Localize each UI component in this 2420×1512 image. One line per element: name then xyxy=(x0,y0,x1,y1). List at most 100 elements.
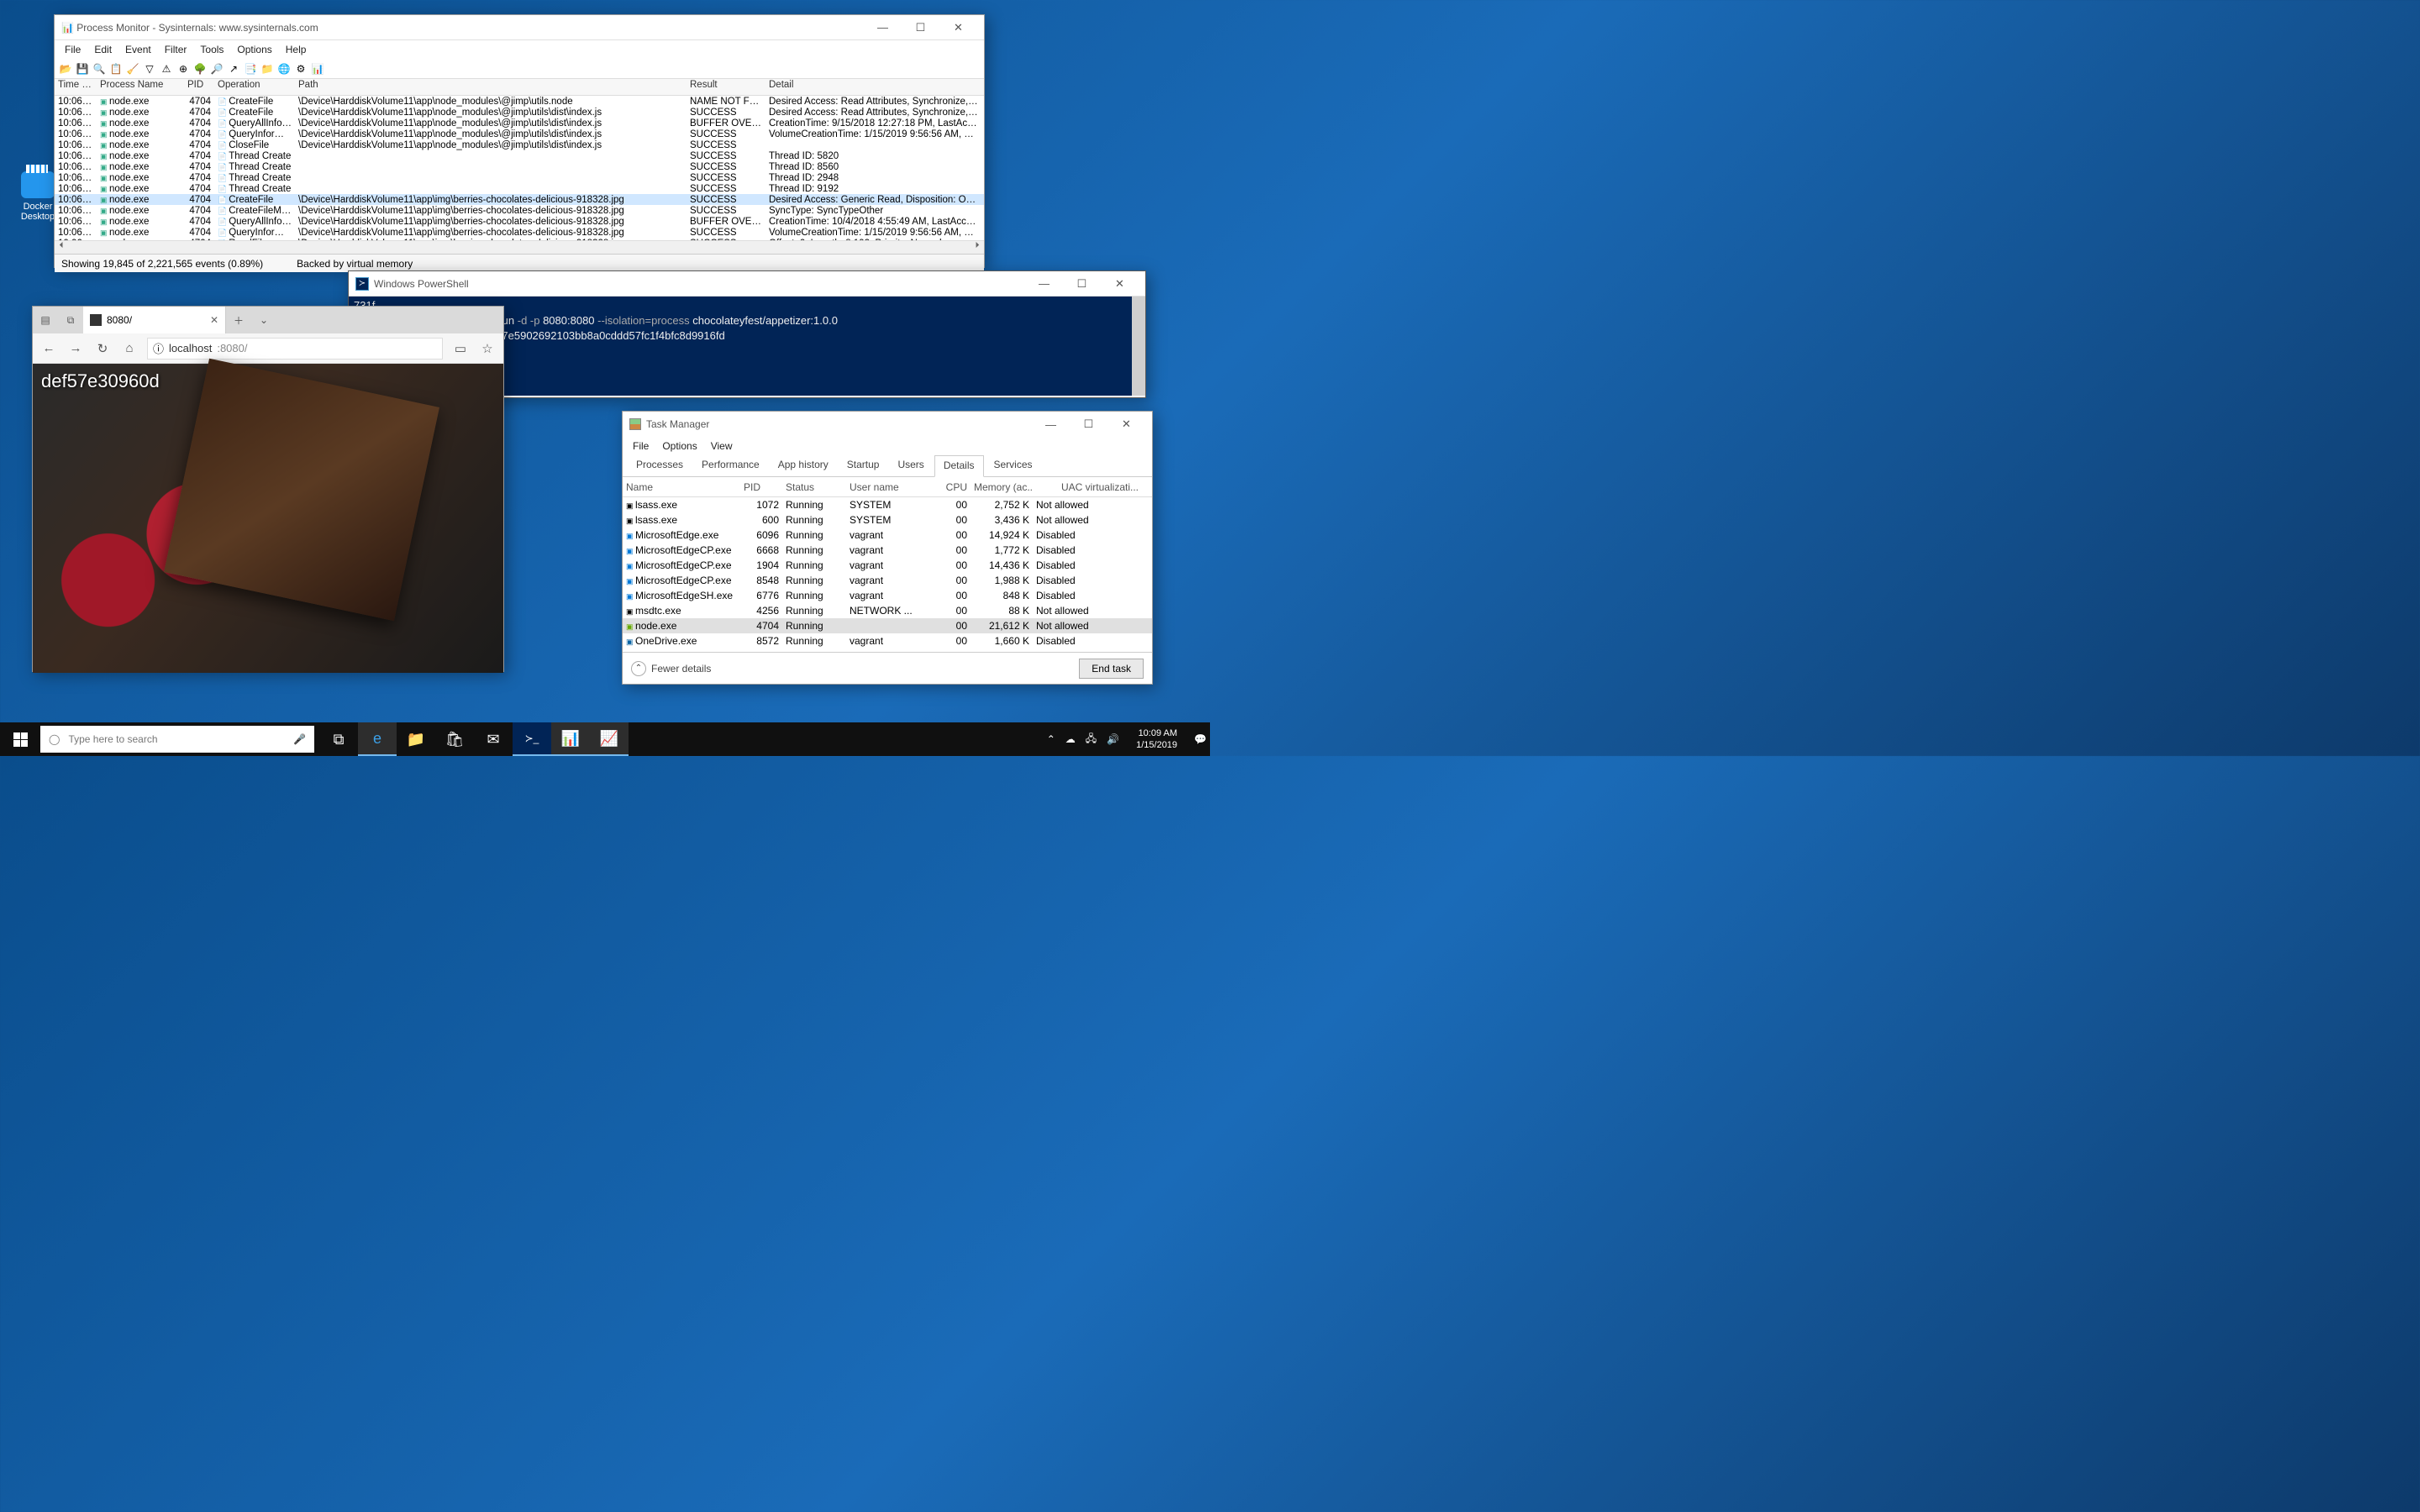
end-task-button[interactable]: End task xyxy=(1079,659,1144,679)
taskbar-mail[interactable]: ✉ xyxy=(474,722,513,756)
taskbar-store[interactable]: 🛍 xyxy=(435,722,474,756)
new-tab-button[interactable]: ＋ xyxy=(226,307,251,333)
column-header[interactable]: UAC virtualizati... xyxy=(1033,480,1142,495)
event-row[interactable]: 10:06:1...node.exe4704CreateFile\Device\… xyxy=(55,107,984,118)
save-icon[interactable]: 💾 xyxy=(75,61,90,76)
process-row[interactable]: MicrosoftEdgeSH.exe6776Runningvagrant008… xyxy=(623,588,1152,603)
minimize-button[interactable]: — xyxy=(864,16,902,39)
site-info-icon[interactable]: ⓘ xyxy=(153,340,164,356)
tab-startup[interactable]: Startup xyxy=(839,455,888,476)
network-icon[interactable]: 🌐 xyxy=(276,61,292,76)
refresh-button[interactable]: ↻ xyxy=(93,341,112,356)
menu-item[interactable]: Options xyxy=(232,43,276,56)
maximize-button[interactable]: ☐ xyxy=(1063,272,1101,296)
tabs-dropdown-icon[interactable]: ⌄ xyxy=(251,307,276,333)
process-row[interactable]: MicrosoftEdge.exe6096Runningvagrant0014,… xyxy=(623,528,1152,543)
menu-item[interactable]: Filter xyxy=(160,43,192,56)
tray-network-icon[interactable]: 🖧 xyxy=(1086,731,1097,748)
clear-icon[interactable]: 🧹 xyxy=(125,61,140,76)
taskbar-powershell[interactable]: ≻_ xyxy=(513,722,551,756)
process-row[interactable]: msdtc.exe4256RunningNETWORK ...0088 KNot… xyxy=(623,603,1152,618)
event-row[interactable]: 10:06:1...node.exe4704Thread CreateSUCCE… xyxy=(55,150,984,161)
find-icon[interactable]: 🔎 xyxy=(209,61,224,76)
tab-strip[interactable]: ▤ ⧉ 8080/ ✕ ＋ ⌄ xyxy=(33,307,503,333)
start-button[interactable] xyxy=(0,722,40,756)
event-row[interactable]: 10:06:1...node.exe4704Thread CreateSUCCE… xyxy=(55,172,984,183)
taskbar[interactable]: ◯ Type here to search 🎤 ⧉ e 📁 🛍 ✉ ≻_ 📊 📈… xyxy=(0,722,1210,756)
titlebar[interactable]: Task Manager — ☐ ✕ xyxy=(623,412,1152,437)
tray-onedrive-icon[interactable]: ☁ xyxy=(1065,733,1076,745)
tab-details[interactable]: Details xyxy=(934,455,984,477)
column-header[interactable]: CPU xyxy=(937,480,971,495)
tab-users[interactable]: Users xyxy=(889,455,932,476)
event-row[interactable]: 10:06:1...node.exe4704Thread CreateSUCCE… xyxy=(55,161,984,172)
fewer-details-button[interactable]: ⌃ Fewer details xyxy=(631,661,711,676)
clock[interactable]: 10:09 AM 1/15/2019 xyxy=(1129,727,1184,751)
event-row[interactable]: 10:06:1...node.exe4704ReadFile\Device\Ha… xyxy=(55,238,984,240)
edge-window[interactable]: ▤ ⧉ 8080/ ✕ ＋ ⌄ ← → ↻ ⌂ ⓘ localhost:8080… xyxy=(32,306,504,672)
event-row[interactable]: 10:06:1...node.exe4704QueryInformati...\… xyxy=(55,129,984,139)
back-button[interactable]: ← xyxy=(39,341,58,355)
minimize-button[interactable]: — xyxy=(1032,412,1070,436)
tree-icon[interactable]: 🌳 xyxy=(192,61,208,76)
minimize-button[interactable]: — xyxy=(1025,272,1063,296)
tab-performance[interactable]: Performance xyxy=(693,455,768,476)
grid-header[interactable]: Time o...Process NamePIDOperationPathRes… xyxy=(55,79,984,96)
process-row[interactable]: OneDrive.exe8572Runningvagrant001,660 KD… xyxy=(623,633,1152,648)
event-row[interactable]: 10:06:1...node.exe4704QueryInformati...\… xyxy=(55,227,984,238)
profiling-icon[interactable]: 📊 xyxy=(310,61,325,76)
column-header[interactable]: User name xyxy=(846,480,937,495)
filesystem-icon[interactable]: 📁 xyxy=(260,61,275,76)
address-bar[interactable]: ⓘ localhost:8080/ xyxy=(147,338,443,360)
titlebar[interactable]: 📊 Process Monitor - Sysinternals: www.sy… xyxy=(55,15,984,40)
browser-tab[interactable]: 8080/ ✕ xyxy=(83,307,226,333)
event-grid[interactable]: Time o...Process NamePIDOperationPathRes… xyxy=(55,79,984,240)
column-header[interactable]: Result xyxy=(687,79,765,95)
menubar[interactable]: FileOptionsView xyxy=(623,437,1152,455)
mic-icon[interactable]: 🎤 xyxy=(293,733,306,745)
toolbar[interactable]: 📂 💾 🔍 📋 🧹 ▽ ⚠ ⊕ 🌳 🔎 ↗ 📑 📁 🌐 ⚙ 📊 xyxy=(55,59,984,79)
menubar[interactable]: FileEditEventFilterToolsOptionsHelp xyxy=(55,40,984,59)
event-row[interactable]: 10:06:1...node.exe4704Thread CreateSUCCE… xyxy=(55,183,984,194)
column-header[interactable]: Status xyxy=(782,480,846,495)
search-box[interactable]: ◯ Type here to search 🎤 xyxy=(40,726,314,753)
notifications-icon[interactable]: 💬 xyxy=(1194,733,1207,745)
column-header[interactable]: Operation xyxy=(214,79,295,95)
event-row[interactable]: 10:06:1...node.exe4704CreateFileMap...\D… xyxy=(55,205,984,216)
event-row[interactable]: 10:06:1...node.exe4704CloseFile\Device\H… xyxy=(55,139,984,150)
taskbar-edge[interactable]: e xyxy=(358,722,397,756)
taskbar-explorer[interactable]: 📁 xyxy=(397,722,435,756)
menu-item[interactable]: Edit xyxy=(89,43,117,56)
task-view-button[interactable]: ⧉ xyxy=(319,722,358,756)
menu-item[interactable]: File xyxy=(628,439,654,453)
hub-icon[interactable]: ▤ xyxy=(33,307,58,333)
menu-item[interactable]: View xyxy=(706,439,738,453)
autoscroll-icon[interactable]: 📋 xyxy=(108,61,124,76)
horizontal-scrollbar[interactable]: ⏴ ⏵ xyxy=(55,240,984,254)
column-header[interactable]: Path xyxy=(295,79,687,95)
menu-item[interactable]: Tools xyxy=(195,43,229,56)
event-row[interactable]: 10:06:1...node.exe4704CreateFile\Device\… xyxy=(55,194,984,205)
jump-icon[interactable]: ↗ xyxy=(226,61,241,76)
reading-view-icon[interactable]: ▭ xyxy=(451,341,470,356)
column-header[interactable]: Memory (ac... xyxy=(971,480,1033,495)
process-row[interactable]: PeopleExperienceHos...4116Suspendedvagra… xyxy=(623,648,1152,652)
event-row[interactable]: 10:06:1...node.exe4704QueryAllInform...\… xyxy=(55,216,984,227)
procmon-window[interactable]: 📊 Process Monitor - Sysinternals: www.sy… xyxy=(54,14,985,268)
open-icon[interactable]: 📂 xyxy=(58,61,73,76)
column-header[interactable]: Detail xyxy=(765,79,982,95)
process-row[interactable]: MicrosoftEdgeCP.exe6668Runningvagrant001… xyxy=(623,543,1152,558)
process-row[interactable]: MicrosoftEdgeCP.exe1904Runningvagrant001… xyxy=(623,558,1152,573)
grid-header[interactable]: NamePIDStatusUser nameCPUMemory (ac...UA… xyxy=(623,477,1152,497)
maximize-button[interactable]: ☐ xyxy=(1070,412,1107,436)
process-icon[interactable]: ⚙ xyxy=(293,61,308,76)
favorite-icon[interactable]: ☆ xyxy=(478,341,497,356)
tray-volume-icon[interactable]: 🔊 xyxy=(1107,733,1119,745)
tab-app-history[interactable]: App history xyxy=(770,455,837,476)
column-header[interactable]: PID xyxy=(740,480,782,495)
menu-item[interactable]: File xyxy=(60,43,86,56)
close-button[interactable]: ✕ xyxy=(939,16,977,39)
maximize-button[interactable]: ☐ xyxy=(902,16,939,39)
system-tray[interactable]: ⌃ ☁ 🖧 🔊 10:09 AM 1/15/2019 💬 xyxy=(1044,727,1210,751)
tab-strip[interactable]: ProcessesPerformanceApp historyStartupUs… xyxy=(623,455,1152,477)
